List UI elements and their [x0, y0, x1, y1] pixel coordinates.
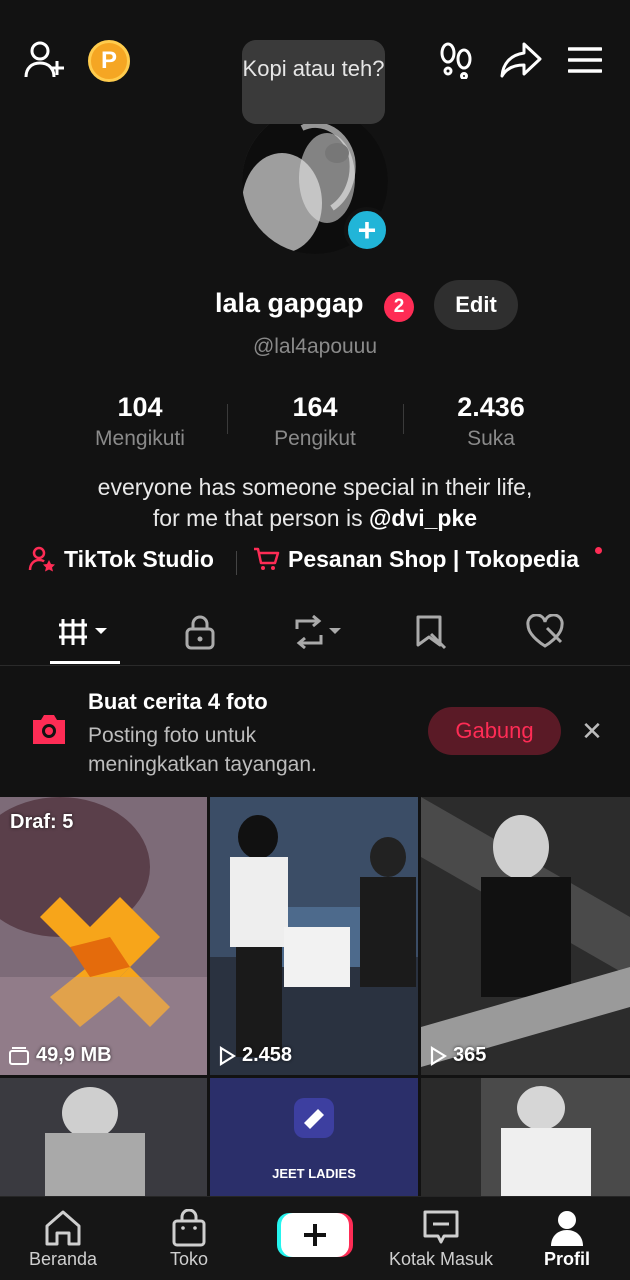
lock-icon: [185, 615, 215, 650]
close-icon[interactable]: ✕: [578, 716, 606, 746]
tab-videos[interactable]: [40, 610, 130, 654]
nav-inbox[interactable]: Kotak Masuk: [382, 1207, 500, 1270]
grid-item-video[interactable]: [0, 1078, 207, 1197]
notification-badge[interactable]: 2: [384, 292, 414, 322]
nav-profile[interactable]: Profil: [512, 1207, 622, 1270]
add-person-icon[interactable]: [22, 38, 68, 82]
views-overlay: 2.458: [218, 1044, 292, 1067]
bio-text: for me that person is: [152, 505, 369, 531]
content-tabs: [0, 600, 630, 666]
nav-home[interactable]: Beranda: [8, 1207, 118, 1270]
grid-item-video[interactable]: JEET LADIES: [210, 1078, 418, 1197]
tab-repost[interactable]: [272, 610, 362, 654]
join-button[interactable]: Gabung: [428, 707, 561, 755]
overlay-text: 2.458: [242, 1044, 293, 1066]
bottom-navigation: Beranda Toko Kotak Masuk Profil: [0, 1196, 630, 1280]
share-arrow-icon[interactable]: [498, 38, 544, 82]
inbox-icon: [382, 1207, 500, 1249]
video-grid: Draf: 5 49,9 MB 2.458 365 JEET LADIES: [0, 797, 630, 1197]
footprints-icon[interactable]: [436, 40, 476, 80]
thumbnail-image: [421, 1078, 630, 1197]
grid-item-video[interactable]: 365: [421, 797, 630, 1075]
thumbnail-image: [210, 797, 418, 1075]
thumbnail-image: [0, 797, 207, 1075]
bio-mention-link[interactable]: @dvi_pke: [369, 505, 477, 531]
nav-label: Profil: [543, 1249, 590, 1269]
draft-label: Draf: 5: [10, 811, 74, 833]
profile-name-row: lala gapgap 2 Edit: [0, 280, 630, 330]
tab-favorites[interactable]: [386, 610, 476, 654]
bookmark-icon: [416, 615, 447, 650]
profile-person-icon: [512, 1207, 622, 1249]
stat-label: Suka: [467, 427, 515, 450]
videos-grid-icon: [59, 619, 107, 645]
bio-line-1: everyone has someone special in their li…: [97, 474, 533, 500]
promo-banner: Buat cerita 4 foto Posting foto untuk me…: [0, 667, 630, 797]
notification-dot: [595, 547, 602, 554]
stat-value: 2.436: [457, 392, 525, 422]
hamburger-menu-icon[interactable]: [566, 42, 604, 78]
creator-person-icon: [28, 546, 55, 572]
active-tab-indicator: [50, 661, 120, 664]
shop-orders-link[interactable]: Pesanan Shop | Tokopedia: [252, 545, 579, 573]
overlay-text: 365: [453, 1044, 487, 1066]
grid-item-video[interactable]: [421, 1078, 630, 1197]
link-label: Pesanan Shop | Tokopedia: [288, 545, 580, 572]
tab-liked[interactable]: [500, 610, 590, 654]
repost-icon: [295, 615, 341, 649]
overlay-text: 49,9 MB: [36, 1044, 112, 1066]
create-button[interactable]: [277, 1211, 353, 1259]
tab-private[interactable]: [155, 610, 245, 654]
profile-links: TikTok Studio Pesanan Shop | Tokopedia: [0, 545, 630, 581]
add-avatar-button[interactable]: +: [344, 207, 390, 253]
stat-value: 164: [292, 392, 338, 422]
stat-label: Pengikut: [274, 427, 356, 450]
tiktok-studio-link[interactable]: TikTok Studio: [28, 545, 214, 573]
nav-shop[interactable]: Toko: [134, 1207, 244, 1270]
play-icon: [219, 1045, 236, 1066]
status-bubble[interactable]: Kopi atau teh?: [242, 40, 385, 124]
coin-icon[interactable]: P: [88, 40, 130, 82]
thumbnail-image: [0, 1078, 207, 1197]
divider: [236, 551, 237, 575]
bio-line-2: for me that person is @dvi_pke: [0, 503, 630, 534]
thumbnail-caption: JEET LADIES: [272, 1166, 356, 1181]
promo-title: Buat cerita 4 foto: [88, 689, 268, 714]
profile-bio: everyone has someone special in their li…: [0, 472, 630, 534]
promo-subtitle: Posting foto untuk meningkatkan tayangan…: [88, 724, 317, 776]
nav-label: Beranda: [28, 1249, 98, 1269]
grid-item-draft[interactable]: Draf: 5 49,9 MB: [0, 797, 207, 1075]
plus-icon: [277, 1213, 353, 1257]
shopping-cart-icon: [254, 547, 280, 570]
stat-label: Mengikuti: [95, 427, 185, 450]
stat-likes[interactable]: 2.436 Suka: [403, 392, 579, 451]
views-overlay: 365: [429, 1044, 486, 1067]
edit-profile-button[interactable]: Edit: [434, 280, 518, 330]
thumbnail-image: [421, 797, 630, 1075]
nav-label: Kotak Masuk: [388, 1249, 494, 1269]
stat-followers[interactable]: 164 Pengikut: [227, 392, 403, 451]
folder-icon: [9, 1046, 29, 1065]
link-label: TikTok Studio: [64, 545, 214, 572]
camera-icon: [28, 711, 70, 747]
display-name: lala gapgap: [215, 288, 364, 318]
stat-value: 104: [117, 392, 163, 422]
profile-stats: 104 Mengikuti 164 Pengikut 2.436 Suka: [50, 392, 580, 454]
liked-heart-icon: [526, 614, 564, 648]
play-icon: [430, 1045, 447, 1066]
profile-handle: @lal4apouuu: [252, 335, 378, 358]
stat-following[interactable]: 104 Mengikuti: [52, 392, 228, 451]
grid-item-video[interactable]: 2.458: [210, 797, 418, 1075]
nav-label: Toko: [169, 1249, 209, 1269]
shopping-bag-icon: [134, 1207, 244, 1249]
file-size-overlay: 49,9 MB: [8, 1044, 112, 1067]
home-icon: [8, 1207, 118, 1249]
